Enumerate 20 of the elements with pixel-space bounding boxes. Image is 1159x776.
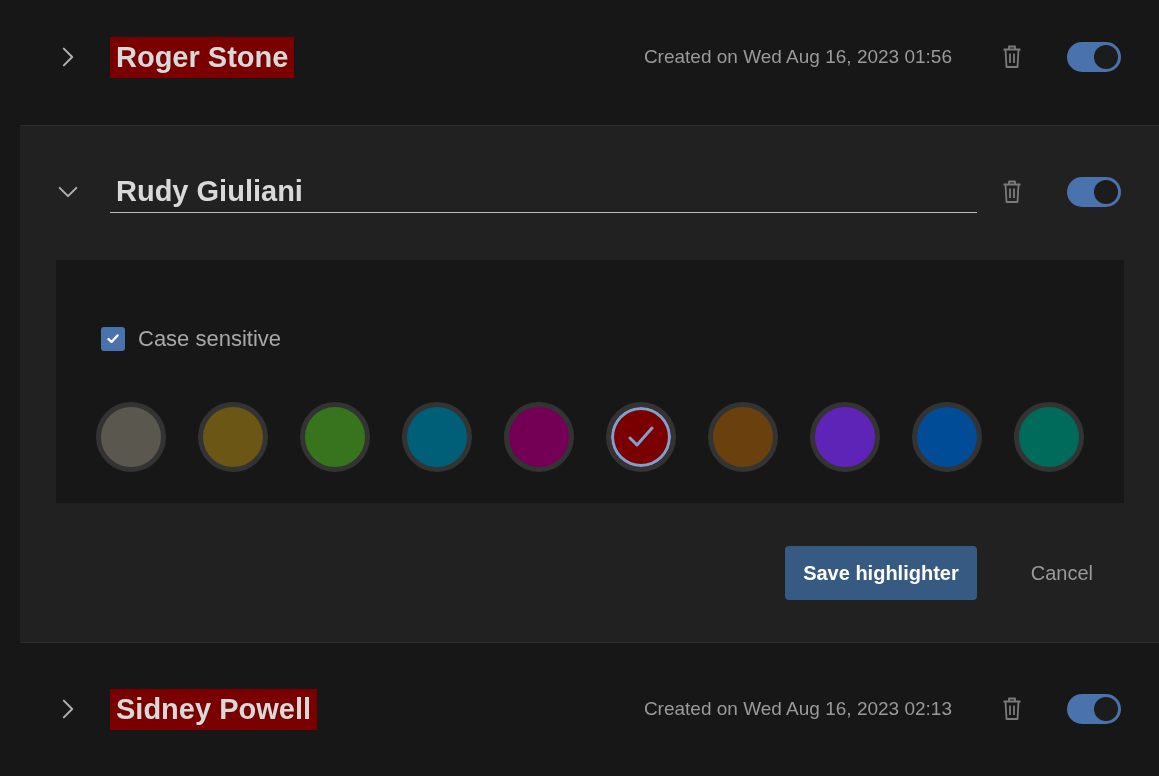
check-icon (628, 426, 654, 448)
checkbox-label[interactable]: Case sensitive (138, 326, 282, 352)
checkbox[interactable] (101, 327, 125, 351)
trash-icon[interactable] (1002, 697, 1022, 721)
trash-icon[interactable] (1002, 45, 1022, 69)
highlighter-name: Sidney Powell (110, 688, 317, 730)
name-input[interactable]: Rudy Giuliani (110, 171, 977, 213)
trash-icon[interactable] (1002, 180, 1022, 204)
cancel-button[interactable]: Cancel (1010, 546, 1113, 600)
save-button[interactable]: Save highlighter (785, 546, 977, 600)
chevron-right-icon[interactable] (62, 47, 74, 67)
chevron-right-icon[interactable] (62, 699, 74, 719)
created-date: Created on Wed Aug 16, 2023 01:56 (643, 46, 952, 68)
created-date: Created on Wed Aug 16, 2023 02:13 (643, 698, 952, 720)
toggle-switch[interactable] (1067, 42, 1121, 72)
chevron-down-icon[interactable] (58, 186, 78, 198)
toggle-switch[interactable] (1067, 694, 1121, 724)
highlighter-name: Roger Stone (110, 36, 295, 78)
check-icon (107, 334, 119, 344)
toggle-switch[interactable] (1067, 177, 1121, 207)
